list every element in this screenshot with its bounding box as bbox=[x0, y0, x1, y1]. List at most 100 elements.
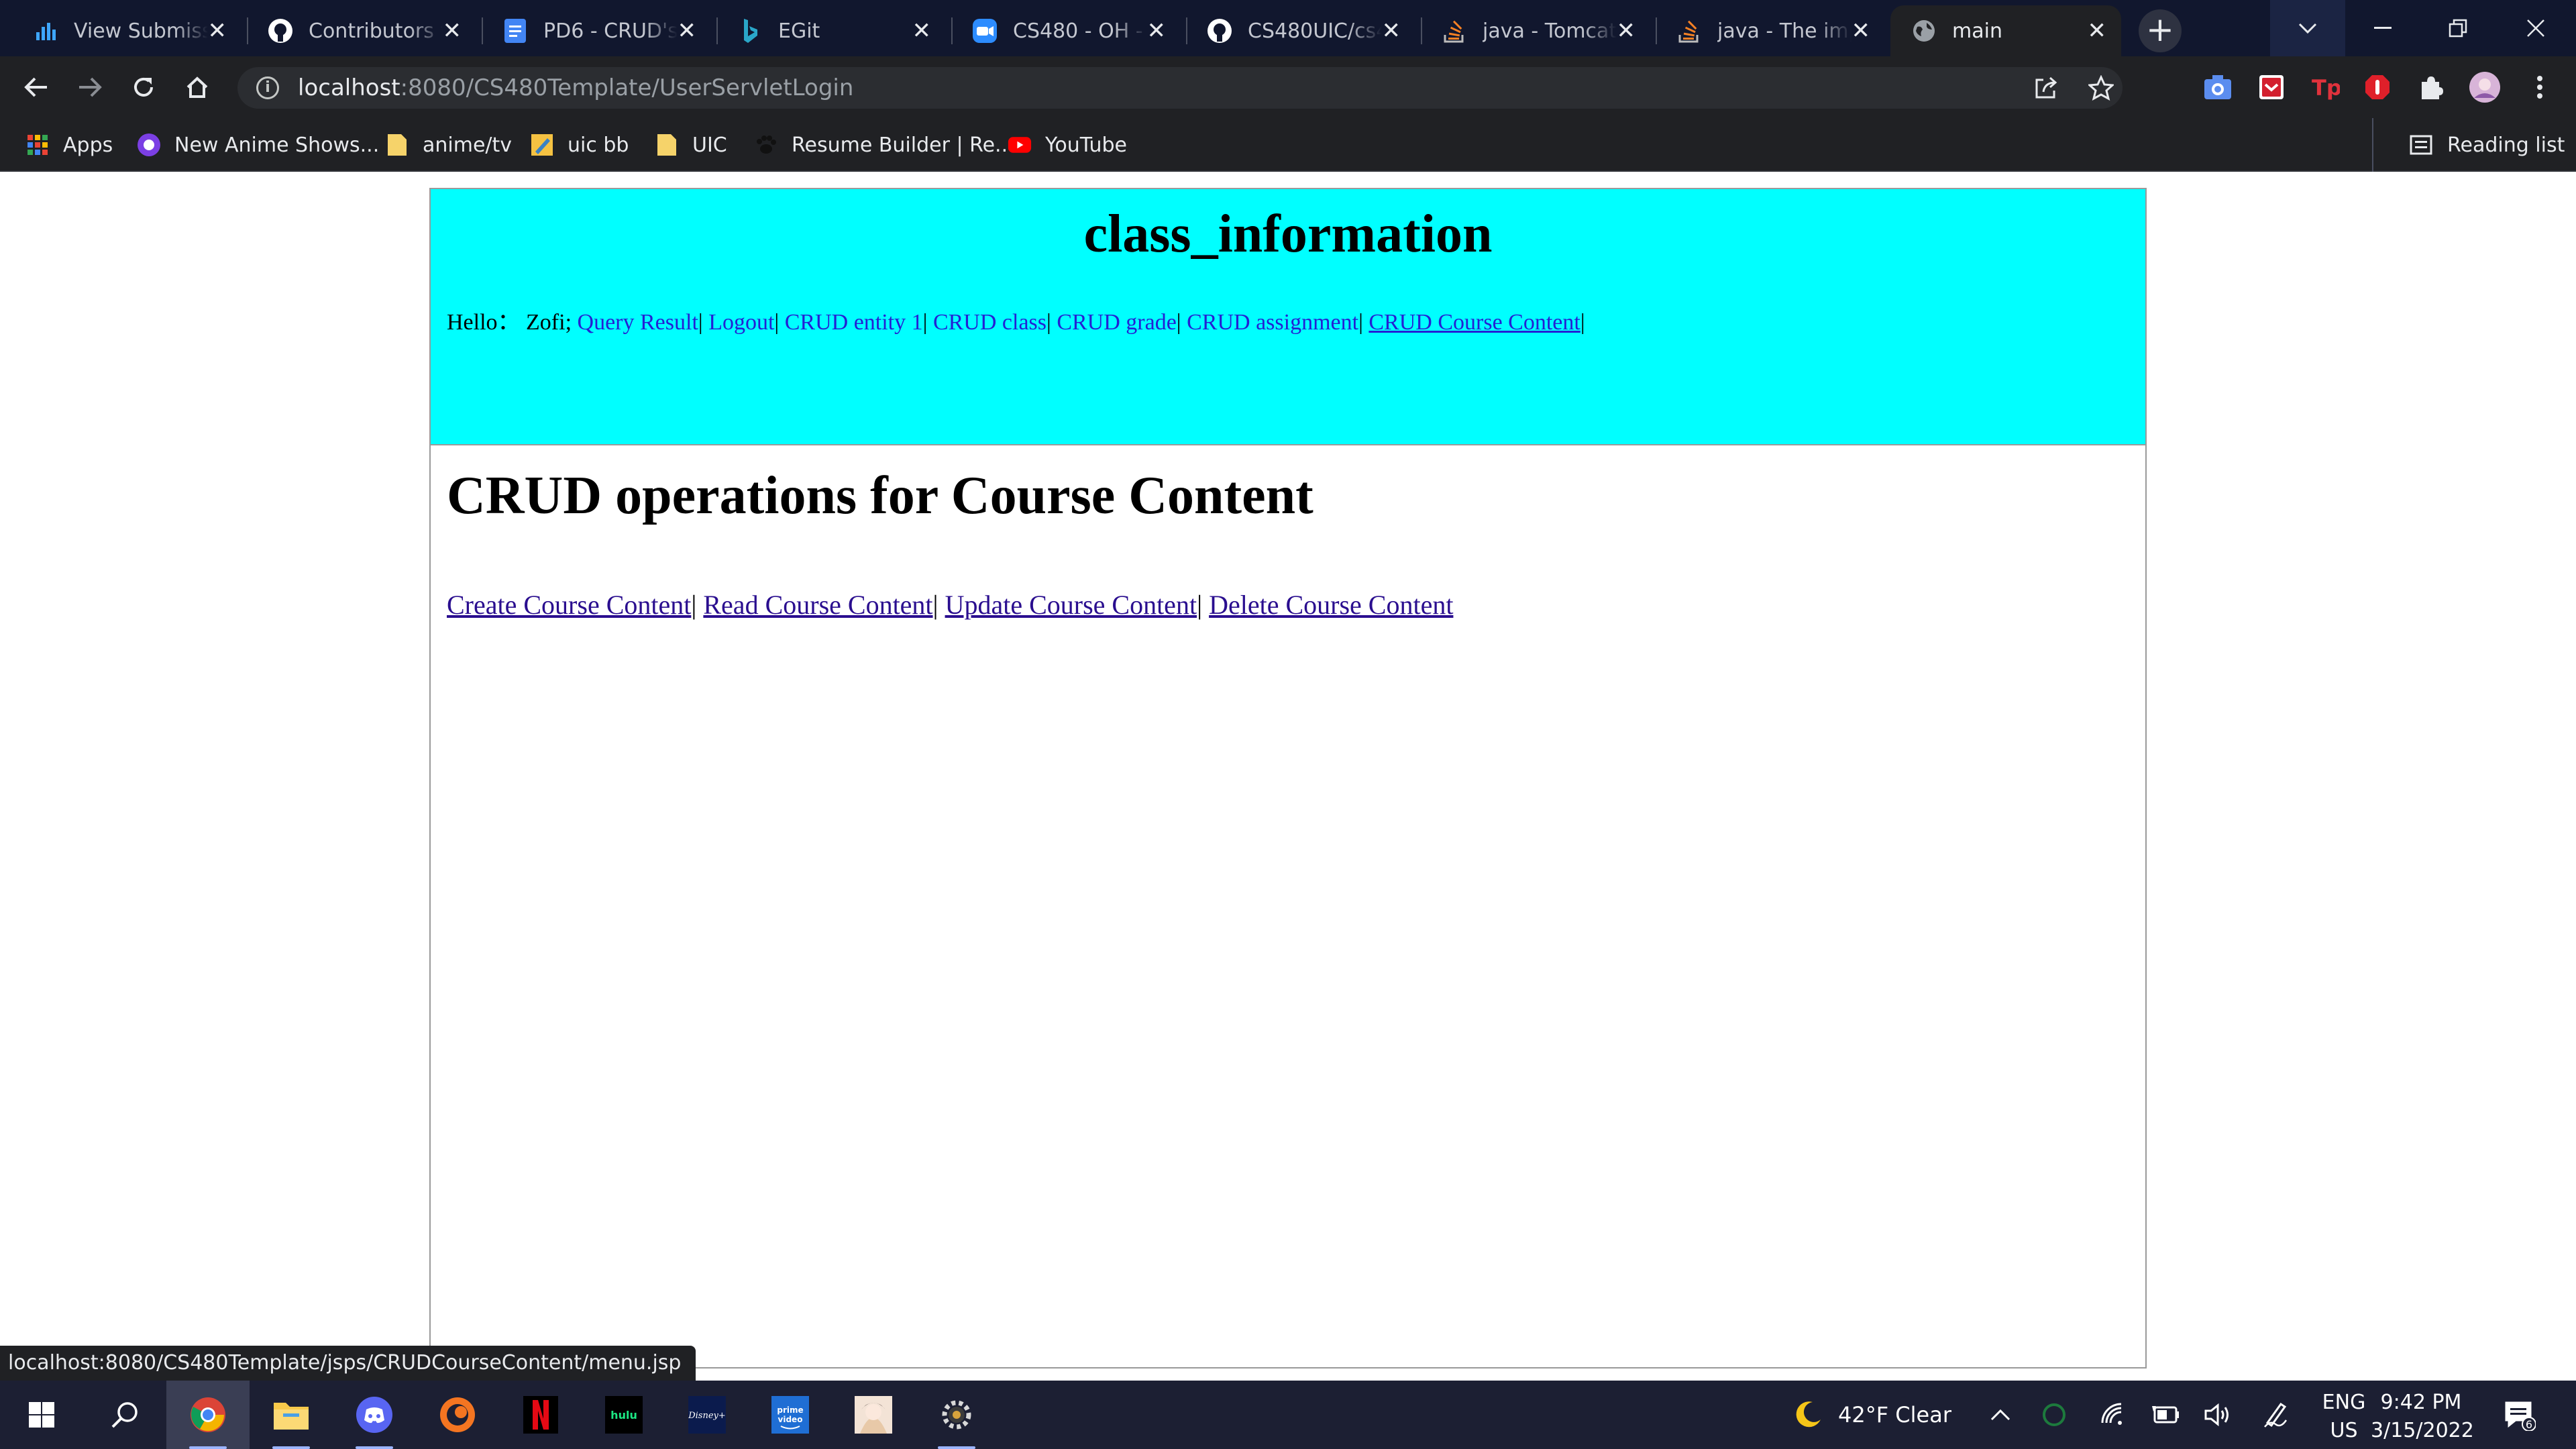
settings-gear-icon[interactable] bbox=[915, 1381, 998, 1449]
battery-icon[interactable] bbox=[2151, 1381, 2180, 1449]
weather-text: 42°F Clear bbox=[1838, 1402, 1951, 1428]
bookmark-label: Resume Builder | Re... bbox=[792, 133, 1014, 157]
browser-tab[interactable]: Contributors t ✕ bbox=[235, 5, 476, 56]
tp-extension-icon[interactable]: Tp bbox=[2309, 71, 2341, 103]
pen-workspace-icon[interactable] bbox=[2261, 1381, 2290, 1449]
nav-link-crud-assignment[interactable]: CRUD assignment bbox=[1187, 310, 1358, 335]
update-course-content-link[interactable]: Update Course Content bbox=[945, 590, 1197, 620]
forward-arrow-icon[interactable] bbox=[68, 66, 111, 109]
camera-extension-icon[interactable] bbox=[2202, 71, 2234, 103]
create-course-content-link[interactable]: Create Course Content bbox=[447, 590, 691, 620]
bookmark-new-anime-shows[interactable]: New Anime Shows... bbox=[137, 118, 379, 172]
back-arrow-icon[interactable] bbox=[15, 66, 58, 109]
netflix-icon[interactable] bbox=[499, 1381, 582, 1449]
language-indicator[interactable]: ENG US bbox=[2312, 1389, 2376, 1445]
anime-app-icon[interactable] bbox=[832, 1381, 915, 1449]
chrome-taskbar-icon[interactable] bbox=[166, 1381, 250, 1449]
bookmark-uic[interactable]: UIC bbox=[655, 118, 727, 172]
moon-icon bbox=[1792, 1399, 1823, 1430]
nav-link-crud-course-content[interactable]: CRUD Course Content bbox=[1368, 310, 1580, 335]
nav-link-crud-entity-1[interactable]: CRUD entity 1 bbox=[785, 310, 923, 335]
tab-title: CS480UIC/cs4 bbox=[1248, 19, 1382, 43]
bookmark-label: YouTube bbox=[1045, 133, 1127, 157]
close-tab-icon[interactable]: ✕ bbox=[912, 17, 932, 44]
extensions-puzzle-icon[interactable] bbox=[2415, 71, 2447, 103]
apps-grid-icon bbox=[25, 133, 50, 157]
wifi-icon[interactable] bbox=[2100, 1381, 2127, 1449]
browser-tab[interactable]: CS480UIC/cs4 ✕ bbox=[1174, 5, 1415, 56]
weather-widget[interactable]: 42°F Clear bbox=[1792, 1381, 1951, 1449]
bookmark-uic-bb[interactable]: uic bb bbox=[530, 118, 629, 172]
url-path: :8080/CS480Template/UserServletLogin bbox=[400, 74, 854, 101]
share-icon[interactable] bbox=[2026, 67, 2066, 109]
close-tab-icon[interactable]: ✕ bbox=[1851, 17, 1871, 44]
delete-course-content-link[interactable]: Delete Course Content bbox=[1209, 590, 1453, 620]
browser-tab[interactable]: PD6 - CRUD's ✕ bbox=[470, 5, 711, 56]
disney-plus-icon[interactable]: Disney+ bbox=[665, 1381, 749, 1449]
search-icon[interactable] bbox=[83, 1381, 166, 1449]
close-tab-icon[interactable]: ✕ bbox=[208, 17, 227, 44]
paw-icon bbox=[754, 133, 778, 157]
greeting-text: Hello： Zofi; bbox=[447, 310, 572, 335]
folder-icon bbox=[655, 133, 679, 157]
reading-list-button[interactable]: Reading list bbox=[2372, 118, 2565, 172]
browser-tab[interactable]: java - Tomcat ✕ bbox=[1409, 5, 1650, 56]
keyboard-region: US bbox=[2330, 1419, 2358, 1442]
github-icon bbox=[267, 17, 294, 44]
tab-title: java - Tomcat bbox=[1483, 19, 1617, 43]
close-tab-icon[interactable]: ✕ bbox=[443, 17, 462, 44]
volume-icon[interactable] bbox=[2203, 1381, 2233, 1449]
discord-icon[interactable] bbox=[333, 1381, 416, 1449]
tab-title: EGit bbox=[778, 19, 820, 43]
prime-video-icon[interactable]: prime video bbox=[749, 1381, 832, 1449]
close-window-icon[interactable] bbox=[2496, 0, 2576, 56]
svg-text:Tp: Tp bbox=[2312, 75, 2340, 101]
home-icon[interactable] bbox=[176, 66, 219, 109]
windows-start-icon[interactable] bbox=[0, 1381, 83, 1449]
bookmark-star-icon[interactable] bbox=[2081, 67, 2121, 109]
url-text[interactable]: localhost:8080/CS480Template/UserServlet… bbox=[298, 74, 853, 101]
bookmark-resume-builder[interactable]: Resume Builder | Re... bbox=[754, 118, 1014, 172]
read-course-content-link[interactable]: Read Course Content bbox=[703, 590, 932, 620]
browser-tab[interactable]: CS480 - OH - ✕ bbox=[939, 5, 1181, 56]
nav-link-crud-grade[interactable]: CRUD grade bbox=[1057, 310, 1176, 335]
status-circle-icon[interactable] bbox=[2042, 1381, 2066, 1449]
browser-tab[interactable]: java - The imp ✕ bbox=[1644, 5, 1885, 56]
pocket-extension-icon[interactable] bbox=[2255, 71, 2288, 103]
close-tab-icon[interactable]: ✕ bbox=[1382, 17, 1401, 44]
profile-avatar[interactable] bbox=[2469, 71, 2501, 103]
svg-text:prime: prime bbox=[777, 1405, 803, 1415]
crunchyroll-icon[interactable] bbox=[416, 1381, 499, 1449]
nav-link-logout[interactable]: Logout bbox=[708, 310, 774, 335]
notification-center-icon[interactable]: 6 bbox=[2504, 1381, 2536, 1449]
restore-icon[interactable] bbox=[2420, 0, 2496, 56]
tab-title: View Submissi bbox=[74, 19, 208, 43]
more-menu-icon[interactable] bbox=[2524, 71, 2556, 103]
site-info-icon[interactable]: i bbox=[256, 76, 279, 99]
system-clock[interactable]: 9:42 PM 3/15/2022 bbox=[2371, 1389, 2474, 1445]
file-explorer-icon[interactable] bbox=[250, 1381, 333, 1449]
bookmark-youtube[interactable]: YouTube bbox=[1008, 118, 1127, 172]
nav-link-crud-class[interactable]: CRUD class bbox=[933, 310, 1046, 335]
bookmark-label: uic bb bbox=[568, 133, 629, 157]
show-hidden-icons-chevron-icon[interactable] bbox=[1990, 1381, 2011, 1449]
close-tab-icon[interactable]: ✕ bbox=[678, 17, 697, 44]
adblock-hand-icon[interactable] bbox=[2361, 71, 2394, 103]
browser-tab-active[interactable]: main ✕ bbox=[1890, 5, 2121, 56]
windows-taskbar: hulu Disney+ prime video 42°F Clear ENG U… bbox=[0, 1381, 2576, 1449]
hulu-icon[interactable]: hulu bbox=[582, 1381, 665, 1449]
address-bar[interactable]: i localhost:8080/CS480Template/UserServl… bbox=[237, 67, 2123, 109]
browser-tab[interactable]: EGit ✕ bbox=[704, 5, 946, 56]
nav-link-query-result[interactable]: Query Result bbox=[578, 310, 698, 335]
minimize-icon[interactable] bbox=[2345, 0, 2420, 56]
bookmark-apps[interactable]: Apps bbox=[25, 118, 113, 172]
close-tab-icon[interactable]: ✕ bbox=[1147, 17, 1167, 44]
browser-tab[interactable]: View Submissi ✕ bbox=[0, 5, 241, 56]
new-tab-button[interactable]: + bbox=[2139, 9, 2182, 52]
close-tab-icon[interactable]: ✕ bbox=[1617, 17, 1636, 44]
bookmark-anime-tv[interactable]: anime/tv bbox=[385, 118, 512, 172]
close-tab-icon[interactable]: ✕ bbox=[2088, 17, 2107, 44]
browser-toolbar: i localhost:8080/CS480Template/UserServl… bbox=[0, 56, 2576, 118]
reload-icon[interactable] bbox=[122, 66, 165, 109]
tab-search-chevron-icon[interactable] bbox=[2270, 0, 2345, 56]
